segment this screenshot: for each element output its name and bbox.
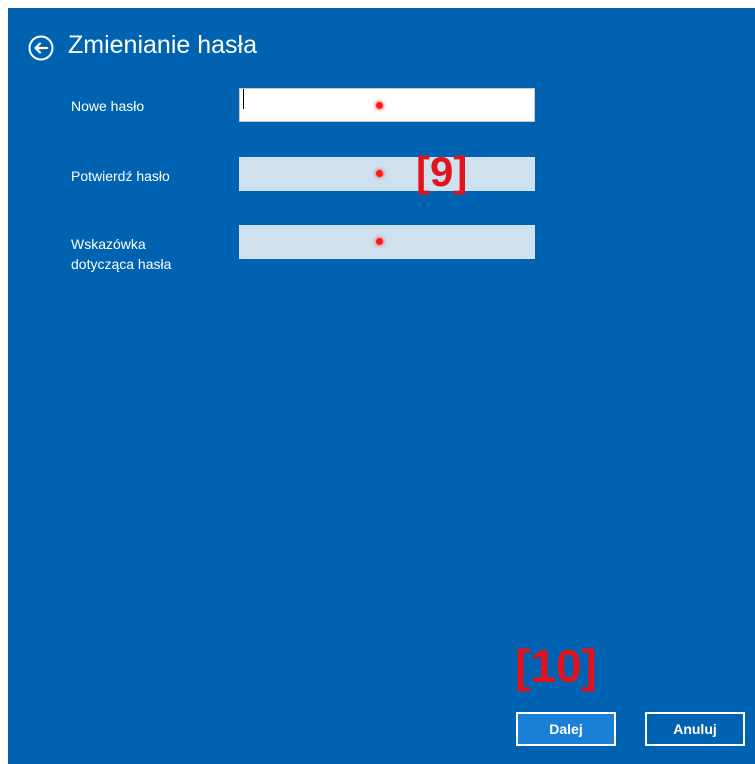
- text-cursor: [243, 89, 244, 109]
- cancel-button[interactable]: Anuluj: [645, 712, 745, 746]
- confirm-password-input[interactable]: [239, 157, 535, 191]
- password-hint-label-line2: dotycząca hasła: [71, 256, 172, 272]
- click-point-marker: [376, 238, 383, 245]
- confirm-password-label: Potwierdź hasło: [71, 168, 170, 184]
- click-point-marker: [376, 102, 383, 109]
- next-button[interactable]: Dalej: [516, 712, 616, 746]
- password-hint-label: Wskazówka dotycząca hasła: [71, 234, 171, 274]
- back-arrow-icon[interactable]: [28, 35, 54, 61]
- password-hint-input[interactable]: [239, 225, 535, 259]
- click-point-marker: [376, 170, 383, 177]
- annotation-label-9: [9]: [416, 148, 468, 195]
- new-password-label: Nowe hasło: [71, 98, 145, 114]
- password-hint-label-line1: Wskazówka: [71, 236, 146, 252]
- page-title: Zmienianie hasła: [68, 31, 257, 59]
- change-password-dialog: Zmienianie hasła Nowe hasło Potwierdź ha…: [8, 8, 755, 764]
- new-password-input[interactable]: [239, 88, 535, 122]
- annotation-label-10: [10]: [515, 640, 597, 692]
